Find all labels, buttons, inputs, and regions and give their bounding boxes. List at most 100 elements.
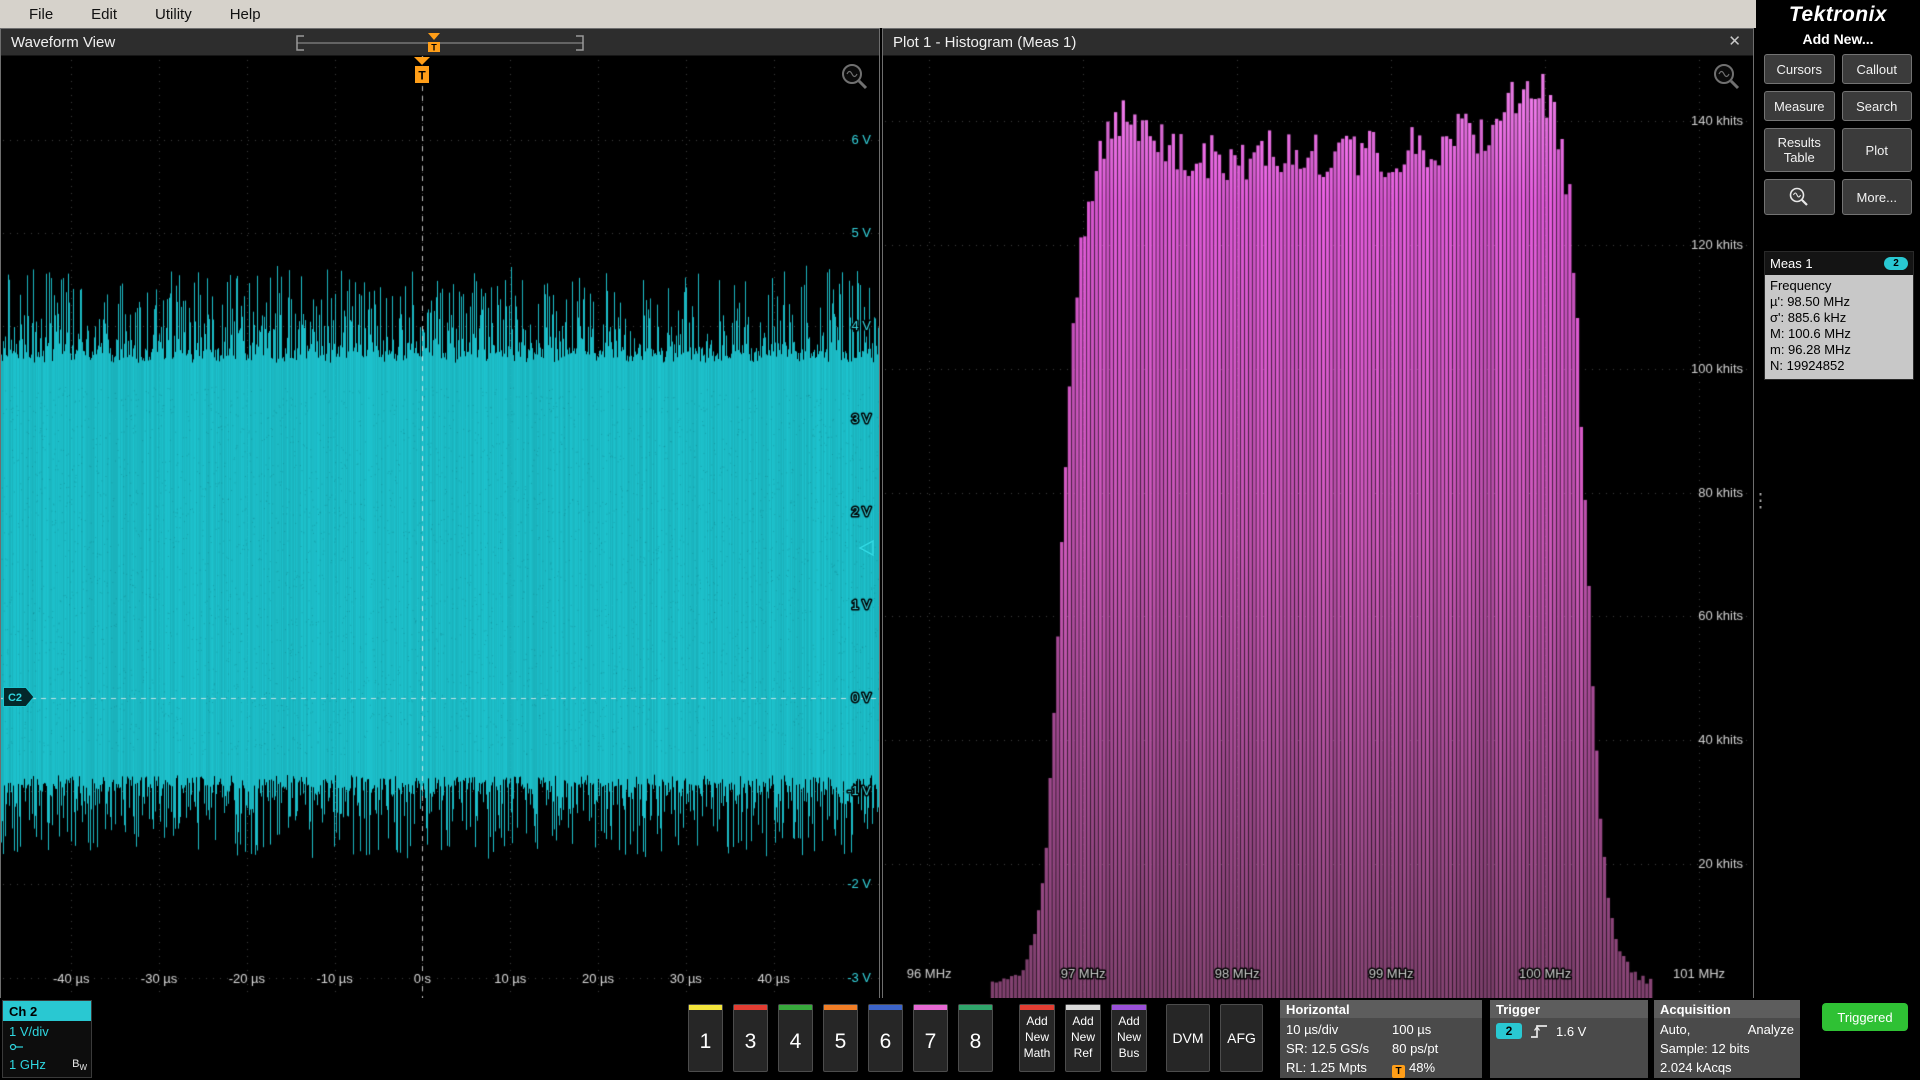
- add-new-ref-label: Add New Ref: [1066, 1013, 1100, 1061]
- cursors-button[interactable]: Cursors: [1764, 54, 1835, 84]
- bottom-bar: Ch 2 1 V/div 1 GHz BW 1 3: [0, 998, 1920, 1080]
- trigger-flag-label: T: [418, 69, 426, 83]
- waveform-inspector-button[interactable]: [1764, 179, 1835, 215]
- channel-5-button[interactable]: 5: [823, 1004, 858, 1072]
- ruler-trigger-marker-icon: [428, 33, 440, 40]
- channel-8-number: 8: [959, 1010, 992, 1073]
- sidebar: Tektronix Add New... Cursors Callout Mea…: [1756, 0, 1920, 998]
- zoom-icon[interactable]: [1711, 61, 1741, 91]
- channel-2-marker-label: C2: [8, 692, 22, 704]
- menu-bar: File Edit Utility Help: [0, 0, 1756, 28]
- trigger-panel[interactable]: Trigger 2 1.6 V: [1490, 1000, 1648, 1078]
- meas1-stddev: σ': 885.6 kHz: [1770, 310, 1908, 326]
- channel-5-number: 5: [824, 1010, 857, 1073]
- channel-2-badge[interactable]: Ch 2 1 V/div 1 GHz BW: [2, 1000, 92, 1078]
- meas1-mean: µ': 98.50 MHz: [1770, 294, 1908, 310]
- add-new-ref-button[interactable]: Add New Ref: [1065, 1004, 1101, 1072]
- trigger-position-flag[interactable]: T: [411, 57, 433, 87]
- histogram-canvas[interactable]: [883, 56, 1753, 998]
- plot-button[interactable]: Plot: [1842, 128, 1913, 172]
- waveform-view-title: Waveform View: [1, 34, 115, 51]
- acquisition-panel[interactable]: Acquisition Auto, Analyze Sample: 12 bit…: [1654, 1000, 1800, 1078]
- callout-button[interactable]: Callout: [1842, 54, 1913, 84]
- channel-2-scale: 1 V/div: [9, 1024, 85, 1039]
- acquisition-count: 2.024 kAcqs: [1660, 1058, 1794, 1077]
- horizontal-duration: 100 µs: [1392, 1020, 1476, 1039]
- bandwidth-limit-indicator: BW: [72, 1058, 87, 1072]
- acquisition-title: Acquisition: [1654, 1000, 1800, 1018]
- menu-file[interactable]: File: [10, 2, 72, 27]
- meas1-source-badge: 2: [1884, 257, 1908, 270]
- trigger-position-cell: T 48%: [1392, 1058, 1476, 1078]
- sample-rate: SR: 12.5 GS/s: [1286, 1039, 1392, 1058]
- meas1-count: N: 19924852: [1770, 358, 1908, 374]
- dvm-button[interactable]: DVM: [1166, 1004, 1210, 1072]
- math-color-strip: [1020, 1005, 1054, 1010]
- meas1-body: Frequency µ': 98.50 MHz σ': 885.6 kHz M:…: [1765, 275, 1913, 379]
- add-new-math-button[interactable]: Add New Math: [1019, 1004, 1055, 1072]
- meas1-title: Meas 1: [1770, 256, 1813, 271]
- add-new-button-grid: Cursors Callout Measure Search Results T…: [1764, 54, 1912, 215]
- afg-button[interactable]: AFG: [1220, 1004, 1263, 1072]
- trigger-position-percent: 48%: [1409, 1060, 1435, 1075]
- results-table-button[interactable]: Results Table: [1764, 128, 1835, 172]
- waveform-view-panel: Waveform View T T C2: [0, 28, 880, 998]
- search-button[interactable]: Search: [1842, 91, 1913, 121]
- channel-2-badge-body: 1 V/div 1 GHz BW: [3, 1021, 91, 1059]
- more-button[interactable]: More...: [1842, 179, 1913, 215]
- trigger-level-arrow[interactable]: [857, 538, 875, 558]
- menu-edit[interactable]: Edit: [72, 2, 136, 27]
- histogram-header[interactable]: Plot 1 - Histogram (Meas 1) ✕: [883, 29, 1753, 56]
- panel-resize-handle[interactable]: ⋮: [1751, 495, 1761, 537]
- trigger-t-icon: T: [1392, 1065, 1405, 1078]
- histogram-title: Plot 1 - Histogram (Meas 1): [883, 34, 1076, 51]
- acquisition-settings: Auto, Analyze Sample: 12 bits 2.024 kAcq…: [1654, 1018, 1800, 1079]
- coupling-icon: [9, 1041, 25, 1053]
- channel-3-number: 3: [734, 1010, 767, 1073]
- channel-1-button[interactable]: 1: [688, 1004, 723, 1072]
- rising-edge-icon: [1529, 1022, 1549, 1040]
- close-icon[interactable]: ✕: [1728, 33, 1741, 51]
- channel-2-marker[interactable]: C2: [3, 687, 35, 707]
- horizontal-scale: 10 µs/div: [1286, 1020, 1392, 1039]
- horizontal-title: Horizontal: [1280, 1000, 1482, 1018]
- horizontal-settings: 10 µs/div 100 µs SR: 12.5 GS/s 80 ps/pt …: [1280, 1018, 1482, 1080]
- add-new-math-label: Add New Math: [1020, 1013, 1054, 1061]
- acquisition-sample-bits: Sample: 12 bits: [1660, 1039, 1794, 1058]
- record-length: RL: 1.25 Mpts: [1286, 1058, 1392, 1078]
- meas1-badge[interactable]: Meas 1 2 Frequency µ': 98.50 MHz σ': 885…: [1764, 251, 1914, 380]
- resolution: 80 ps/pt: [1392, 1039, 1476, 1058]
- add-new-bus-label: Add New Bus: [1112, 1013, 1146, 1061]
- add-new-bus-button[interactable]: Add New Bus: [1111, 1004, 1147, 1072]
- trigger-source-badge: 2: [1496, 1023, 1522, 1039]
- channel-3-button[interactable]: 3: [733, 1004, 768, 1072]
- channel-7-number: 7: [914, 1010, 947, 1073]
- tektronix-logo: Tektronix: [1756, 3, 1920, 27]
- channel-8-button[interactable]: 8: [958, 1004, 993, 1072]
- channel-1-number: 1: [689, 1010, 722, 1073]
- ruler-trigger-label: T: [431, 43, 437, 53]
- channel-4-button[interactable]: 4: [778, 1004, 813, 1072]
- waveform-canvas[interactable]: [1, 56, 879, 998]
- histogram-panel: Plot 1 - Histogram (Meas 1) ✕: [882, 28, 1754, 998]
- record-position-ruler[interactable]: T: [295, 31, 585, 53]
- channel-6-button[interactable]: 6: [868, 1004, 903, 1072]
- menu-help[interactable]: Help: [211, 2, 280, 27]
- channel-button-row: 1 3 4 5 6 7 8: [688, 1004, 993, 1072]
- meas1-min: m: 96.28 MHz: [1770, 342, 1908, 358]
- horizontal-panel[interactable]: Horizontal 10 µs/div 100 µs SR: 12.5 GS/…: [1280, 1000, 1482, 1078]
- add-new-row: Add New Math Add New Ref Add New Bus: [1019, 1004, 1147, 1072]
- trigger-settings: 2 1.6 V: [1490, 1018, 1648, 1044]
- oscilloscope-screen: File Edit Utility Help Waveform View T T: [0, 0, 1920, 1080]
- search-zoom-icon: [1788, 186, 1810, 208]
- channel-2-badge-header: Ch 2: [3, 1001, 91, 1021]
- triggered-status-badge: Triggered: [1822, 1003, 1908, 1031]
- channel-7-button[interactable]: 7: [913, 1004, 948, 1072]
- meas1-name: Frequency: [1770, 278, 1908, 294]
- measure-button[interactable]: Measure: [1764, 91, 1835, 121]
- add-new-label: Add New...: [1756, 31, 1920, 47]
- menu-utility[interactable]: Utility: [136, 2, 211, 27]
- waveform-view-header[interactable]: Waveform View T: [1, 29, 879, 56]
- channel-2-label: Ch 2: [9, 1004, 37, 1019]
- zoom-icon[interactable]: [839, 61, 869, 91]
